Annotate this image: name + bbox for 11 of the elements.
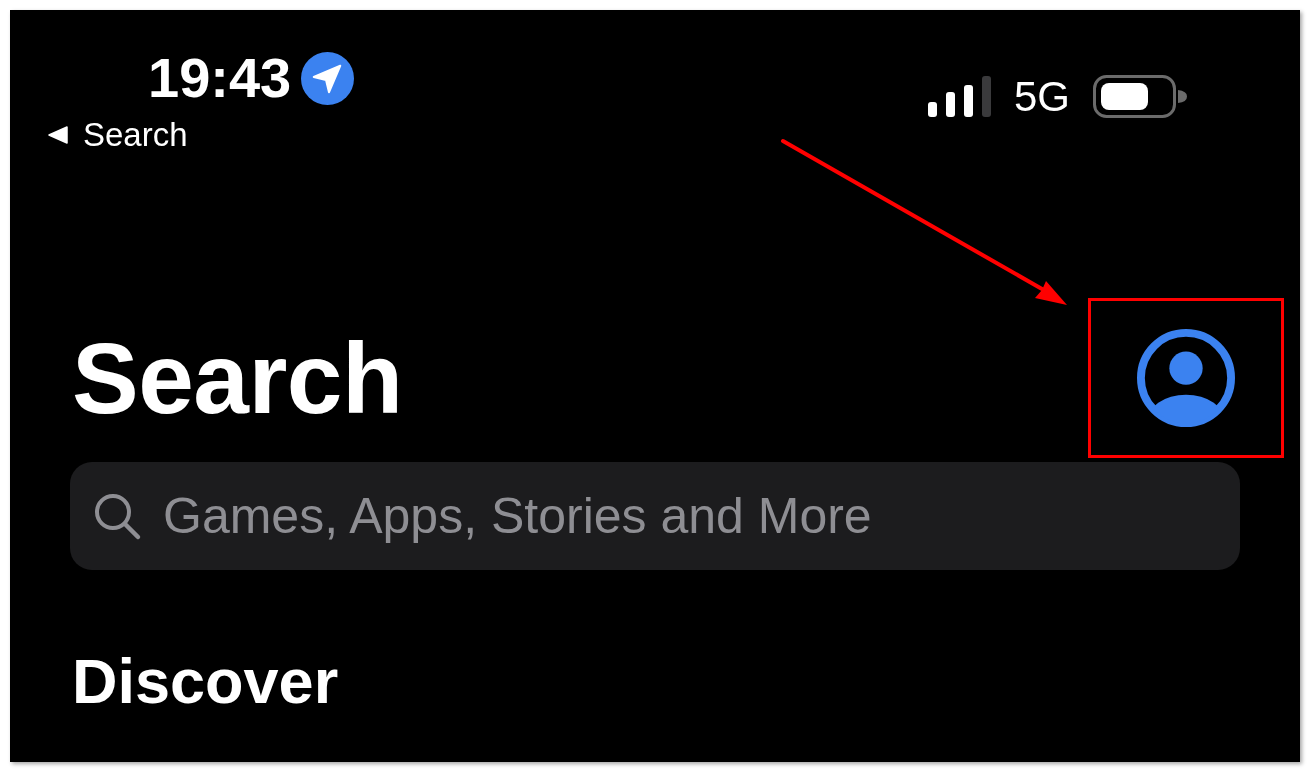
back-link[interactable]: Search: [83, 118, 188, 151]
status-time: 19:43: [148, 50, 292, 106]
signal-icon: [926, 76, 991, 117]
account-icon[interactable]: [1137, 329, 1235, 427]
page-title: Search: [72, 328, 403, 428]
back-icon[interactable]: [48, 125, 68, 144]
section-title: Discover: [72, 650, 339, 713]
network-label: 5G: [1013, 75, 1070, 118]
battery-icon: [1093, 75, 1188, 118]
search-icon: [93, 492, 142, 541]
search-field[interactable]: Games, Apps, Stories and More: [70, 462, 1240, 570]
